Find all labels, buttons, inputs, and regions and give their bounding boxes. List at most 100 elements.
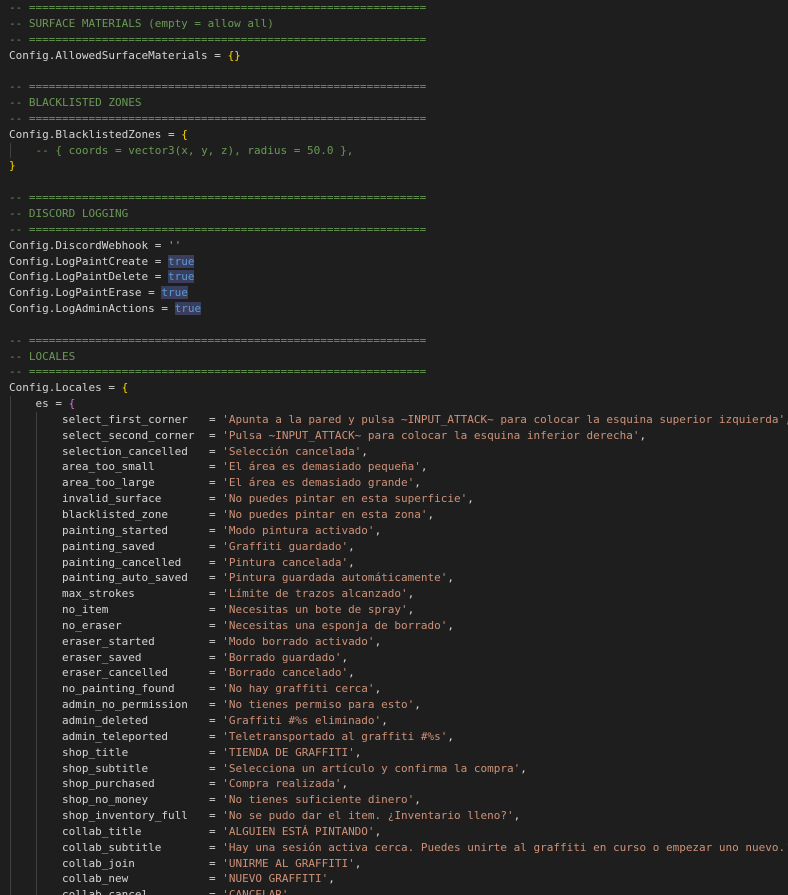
inline-comment: -- { coords = vector3(x, y, z), radius =…	[35, 143, 354, 157]
close-brace: }	[9, 159, 16, 173]
locale-key: collab_join	[61, 856, 135, 870]
indent-guide	[36, 538, 37, 555]
comma: ,	[348, 666, 355, 680]
assign-operator: =	[148, 238, 168, 252]
section-header-comment: -- LOCALES	[9, 349, 76, 363]
indent-guide	[36, 808, 37, 824]
indent-guide	[10, 443, 11, 460]
string-literal: 'Borrado cancelado'	[222, 666, 349, 680]
indent-guide	[10, 871, 11, 888]
comma: ,	[374, 523, 382, 537]
locale-key: select_second_corner	[61, 428, 195, 442]
separator-comment: -- =====================================…	[9, 365, 427, 379]
assign-operator: =	[208, 713, 223, 727]
locale-key: eraser_cancelled	[61, 666, 168, 680]
string-literal: 'TIENDA DE GRAFFITI'	[222, 745, 355, 759]
assign-operator: =	[208, 872, 223, 886]
indent-guide	[36, 443, 37, 460]
locale-key: no_item	[61, 603, 109, 617]
config-identifier: Config.AllowedSurfaceMaterials	[9, 48, 208, 62]
indent-guide	[36, 760, 37, 777]
assign-operator: =	[208, 555, 223, 569]
indent-guide	[10, 839, 11, 856]
locale-key: admin_deleted	[61, 713, 149, 727]
string-literal: 'ALGUIEN ESTÁ PINTANDO'	[222, 824, 375, 838]
indent-guide	[36, 744, 37, 761]
assign-operator: =	[208, 571, 223, 585]
string-literal: 'Pulsa ~INPUT_ATTACK~ para colocar la es…	[222, 428, 640, 442]
comma: ,	[354, 856, 362, 870]
assign-operator: =	[208, 666, 223, 680]
indent-guide	[36, 855, 37, 872]
assign-operator: =	[208, 650, 223, 664]
indent-guide	[10, 823, 11, 840]
indent-guide	[10, 602, 11, 618]
locale-entry-line: collab_title = 'ALGUIEN ESTÁ PINTANDO',	[0, 823, 788, 840]
code-line: Config.LogAdminActions = true	[0, 301, 788, 317]
assign-operator: =	[208, 508, 223, 521]
locale-key: es	[35, 397, 49, 411]
indent-guide	[10, 522, 11, 539]
code-line: Config.LogPaintDelete = true	[0, 269, 788, 285]
indent-guide	[36, 507, 37, 523]
locale-entry-line: eraser_saved = 'Borrado guardado',	[0, 649, 788, 666]
assign-operator: =	[208, 523, 223, 537]
indent-guide	[36, 554, 37, 571]
locale-entry-line: select_second_corner = 'Pulsa ~INPUT_ATTA…	[0, 427, 788, 444]
table-literal: {}	[227, 48, 241, 62]
string-literal: 'UNIRME AL GRAFFITI'	[222, 856, 355, 870]
string-literal: 'Pintura cancelada'	[222, 555, 349, 569]
locale-key: selection_cancelled	[61, 444, 188, 458]
string-literal: 'Graffiti guardado'	[222, 539, 349, 553]
string-literal: ''	[167, 238, 182, 252]
comma: ,	[374, 824, 382, 838]
comma: ,	[467, 492, 474, 506]
config-identifier: Config.Locales	[9, 381, 102, 395]
comma: ,	[420, 460, 428, 474]
assign-operator: =	[148, 270, 168, 284]
locale-entry-line: shop_inventory_full = 'No se pudo dar el …	[0, 808, 788, 824]
locale-key: max_strokes	[61, 587, 135, 601]
code-line: Config.Locales = {	[0, 380, 788, 396]
indent-guide	[10, 728, 11, 745]
locale-entry-line: shop_title = 'TIENDA DE GRAFFITI',	[0, 744, 788, 761]
locale-entry-line: no_painting_found = 'No hay graffiti cerc…	[0, 681, 788, 698]
indent-guide	[10, 570, 11, 587]
locale-key: admin_teleported	[61, 729, 168, 743]
assign-operator: =	[161, 127, 182, 141]
locale-key: invalid_surface	[61, 492, 162, 506]
indent-guide	[36, 728, 37, 745]
locale-key: select_first_corner	[61, 412, 188, 426]
string-literal: 'Límite de trazos alcanzado'	[222, 587, 408, 601]
separator-comment: -- =====================================…	[9, 191, 427, 205]
locale-entry-line: admin_no_permission = 'No tienes permiso …	[0, 697, 788, 713]
indent-guide	[36, 570, 37, 587]
code-line: -- =====================================…	[0, 32, 788, 48]
string-literal: 'Apunta a la pared y pulsa ~INPUT_ATTACK…	[222, 412, 786, 426]
code-line: es = {	[0, 396, 788, 412]
indent-guide	[36, 665, 37, 682]
boolean-literal: true	[174, 302, 202, 316]
code-line: -- LOCALES	[0, 349, 788, 365]
config-identifier: Config.LogAdminActions	[9, 302, 155, 316]
assign-operator: =	[208, 492, 223, 506]
indent-guide	[10, 776, 11, 793]
separator-comment: -- =====================================…	[9, 222, 427, 236]
assign-operator: =	[208, 729, 223, 743]
string-literal: 'Necesitas un bote de spray'	[222, 603, 408, 617]
comma: ,	[407, 603, 415, 617]
locale-entry-line: shop_subtitle = 'Selecciona un artículo y…	[0, 760, 788, 777]
assign-operator: =	[208, 761, 223, 775]
indent-guide	[10, 887, 11, 895]
indent-guide	[10, 538, 11, 555]
assign-operator: =	[208, 824, 223, 838]
comma: ,	[341, 650, 349, 664]
comma: ,	[348, 539, 355, 553]
locale-key: painting_saved	[61, 539, 155, 553]
indent-guide	[10, 681, 11, 698]
comma: ,	[374, 682, 382, 696]
comma: ,	[407, 587, 415, 601]
code-line: Config.LogPaintCreate = true	[0, 254, 788, 270]
code-editor[interactable]: -- =====================================…	[0, 0, 788, 895]
assign-operator: =	[101, 381, 122, 395]
